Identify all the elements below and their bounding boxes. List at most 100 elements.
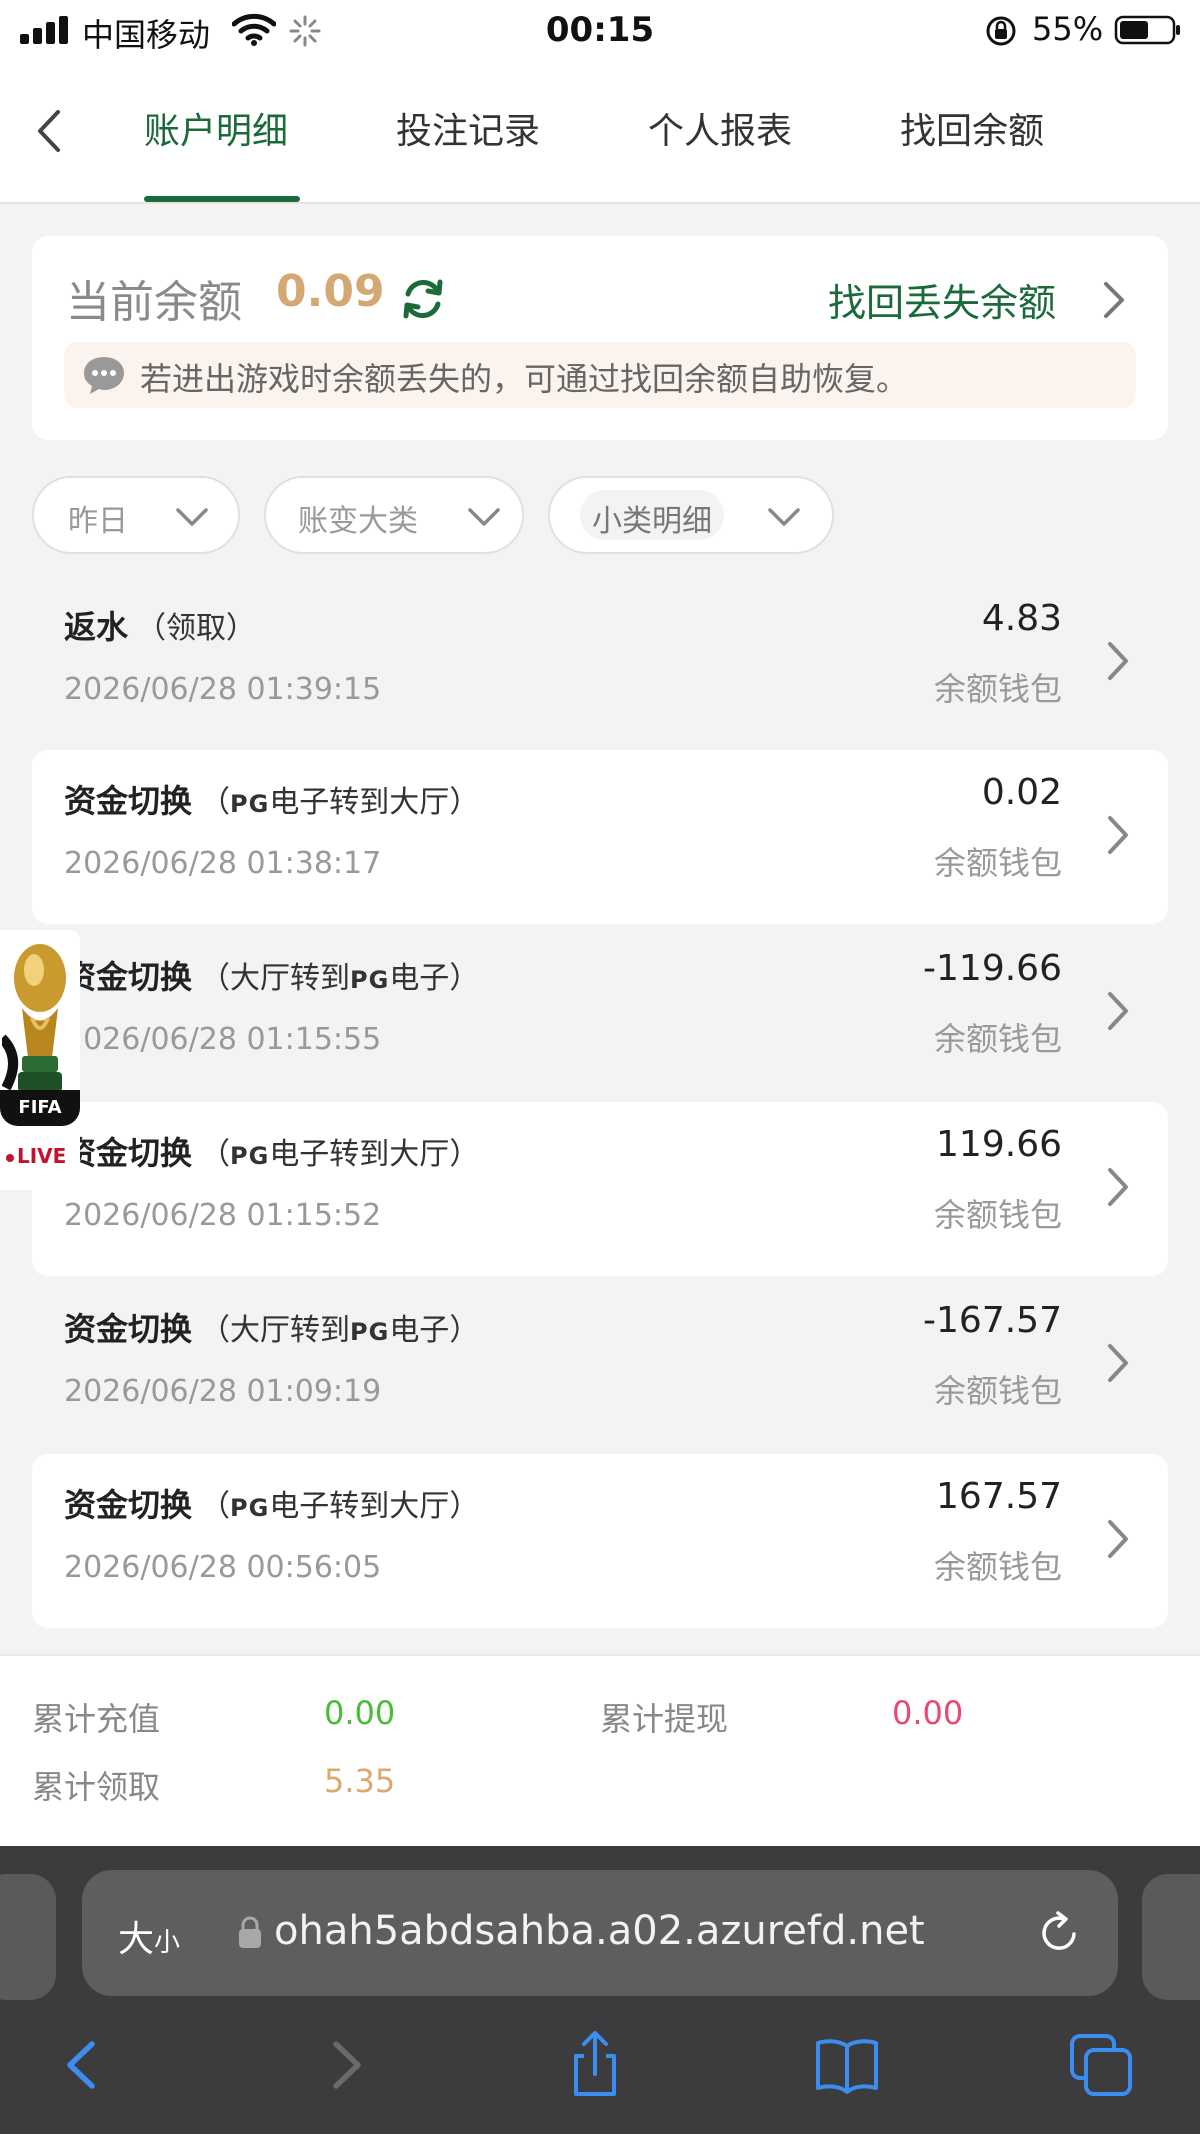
record-date: 2026/06/28 01:15:52	[64, 1198, 382, 1233]
record-title: 资金切换 （大厅转到PG电子）	[64, 952, 479, 998]
record-row[interactable]: 返水 （领取） 2026/06/28 01:39:15 4.83 余额钱包	[32, 576, 1168, 750]
total-withdraw-label: 累计提现	[600, 1700, 729, 1738]
record-title: 资金切换 （PG电子转到大厅）	[64, 1128, 479, 1174]
top-nav: 账户明细 投注记录 个人报表 找回余额	[0, 60, 1200, 204]
battery-icon	[1114, 15, 1180, 45]
reload-icon[interactable]	[1034, 1908, 1084, 1958]
back-icon[interactable]	[30, 106, 70, 156]
clock: 00:15	[545, 10, 655, 50]
record-wallet: 余额钱包	[933, 844, 1062, 882]
record-wallet: 余额钱包	[933, 1196, 1062, 1234]
browser-forward-icon[interactable]	[310, 2030, 380, 2100]
status-bar: 中国移动 00:15 55%	[0, 0, 1200, 60]
tab-personal-report[interactable]: 个人报表	[648, 102, 792, 154]
total-claim-label: 累计领取	[32, 1768, 161, 1806]
active-tab-indicator	[144, 196, 300, 202]
record-amount: 4.83	[981, 598, 1062, 639]
tabs-icon[interactable]	[1066, 2030, 1136, 2100]
record-type: 资金切换	[64, 1486, 193, 1524]
battery-percent: 55%	[1032, 10, 1104, 48]
record-wallet: 余额钱包	[933, 1020, 1062, 1058]
chevron-right-icon	[1108, 642, 1128, 680]
url-field[interactable]: 大小 ohah5abdsahba.a02.azurefd.net	[82, 1870, 1118, 1996]
chevron-right-icon	[1108, 1168, 1128, 1206]
record-type: 资金切换	[64, 782, 193, 820]
live-dot-icon	[6, 1153, 14, 1162]
category-filter-dropdown[interactable]: 账变大类	[264, 476, 524, 554]
fifa-label: FIFA	[0, 1090, 80, 1126]
chevron-right-icon	[1108, 816, 1128, 854]
record-row[interactable]: 资金切换 （PG电子转到大厅） 2026/06/28 00:56:05 167.5…	[32, 1454, 1168, 1628]
record-detail: （大厅转到PG电子）	[200, 1313, 480, 1348]
record-row[interactable]: 资金切换 （大厅转到PG电子） 2026/06/28 01:09:19 -167.…	[32, 1278, 1168, 1452]
text-size-button[interactable]: 大小	[118, 1910, 180, 1962]
date-filter-label: 昨日	[68, 504, 128, 539]
url-text: ohah5abdsahba.a02.azurefd.net	[274, 1908, 925, 1954]
record-row[interactable]: 资金切换 （PG电子转到大厅） 2026/06/28 01:15:52 119.6…	[32, 1102, 1168, 1276]
record-title: 资金切换 （大厅转到PG电子）	[64, 1304, 479, 1350]
tab-bet-records[interactable]: 投注记录	[396, 102, 540, 154]
chevron-down-icon	[468, 508, 500, 526]
chevron-right-icon	[1108, 1344, 1128, 1382]
record-date: 2026/06/28 01:09:19	[64, 1374, 382, 1409]
record-amount: 0.02	[981, 772, 1062, 813]
record-wallet: 余额钱包	[933, 1548, 1062, 1586]
rotation-lock-icon	[986, 16, 1016, 46]
date-filter-dropdown[interactable]: 昨日	[32, 476, 240, 554]
record-date: 2026/06/28 01:38:17	[64, 846, 382, 881]
chevron-right-icon[interactable]	[1098, 278, 1128, 322]
tab-account-details[interactable]: 账户明细	[144, 102, 288, 154]
total-claim-value: 5.35	[324, 1762, 396, 1800]
subcategory-filter-dropdown[interactable]: 小类明细	[548, 476, 834, 554]
balance-label: 当前余额	[66, 277, 242, 328]
fifa-live-floating-badge[interactable]: FIFA LIVE	[0, 930, 80, 1190]
subcategory-pill: 小类明细	[580, 490, 724, 540]
record-detail: （PG电子转到大厅）	[200, 1489, 480, 1524]
chevron-down-icon	[768, 508, 800, 526]
record-date: 2026/06/28 00:56:05	[64, 1550, 382, 1585]
record-detail: （PG电子转到大厅）	[200, 1137, 480, 1172]
notice-banner: 若进出游戏时余额丢失的，可通过找回余额自助恢复。	[64, 342, 1136, 408]
record-detail: （PG电子转到大厅）	[200, 785, 480, 820]
tab-recover-balance[interactable]: 找回余额	[900, 102, 1044, 154]
record-row[interactable]: 资金切换 （PG电子转到大厅） 2026/06/28 01:38:17 0.02 …	[32, 750, 1168, 924]
balance-value: 0.09	[276, 266, 385, 317]
next-tab-preview[interactable]	[1142, 1874, 1200, 2000]
browser-back-icon[interactable]	[48, 2030, 118, 2100]
chevron-right-icon	[1108, 1520, 1128, 1558]
total-withdraw-value: 0.00	[892, 1694, 964, 1732]
subcategory-filter-label: 小类明细	[592, 504, 712, 539]
bookmarks-icon[interactable]	[812, 2030, 882, 2100]
record-wallet: 余额钱包	[933, 670, 1062, 708]
record-detail: （领取）	[136, 611, 257, 646]
record-amount: -167.57	[923, 1300, 1062, 1341]
notice-text: 若进出游戏时余额丢失的，可通过找回余额自助恢复。	[140, 360, 909, 398]
recover-lost-balance-link[interactable]: 找回丢失余额	[828, 272, 1056, 327]
record-amount: 119.66	[936, 1124, 1062, 1165]
total-deposit-label: 累计充值	[32, 1700, 161, 1738]
previous-tab-preview[interactable]	[0, 1874, 56, 2000]
record-amount: 167.57	[936, 1476, 1062, 1517]
record-type: 资金切换	[64, 1310, 193, 1348]
record-title: 资金切换 （PG电子转到大厅）	[64, 776, 479, 822]
category-filter-label: 账变大类	[298, 504, 418, 539]
record-type: 返水	[64, 608, 129, 646]
record-type: 资金切换	[64, 1134, 193, 1172]
record-type: 资金切换	[64, 958, 193, 996]
refresh-icon[interactable]	[398, 274, 448, 324]
chat-icon	[84, 357, 124, 394]
share-icon[interactable]	[560, 2030, 630, 2100]
balance-card: 当前余额 0.09 找回丢失余额 若进出游戏时余额丢失的，可通过找回余额自助恢复…	[32, 236, 1168, 440]
record-title: 资金切换 （PG电子转到大厅）	[64, 1480, 479, 1526]
browser-address-bar: 大小 ohah5abdsahba.a02.azurefd.net	[0, 1846, 1200, 2002]
lock-icon	[239, 1916, 261, 1948]
live-label: LIVE	[6, 1144, 66, 1168]
chevron-right-icon	[1108, 992, 1128, 1030]
summary-panel: 累计充值 0.00 累计提现 0.00 累计领取 5.35	[0, 1654, 1200, 1846]
browser-toolbar	[0, 2002, 1200, 2134]
chevron-down-icon	[176, 508, 208, 526]
record-row[interactable]: 资金切换 （大厅转到PG电子） 2026/06/28 01:15:55 -119.…	[32, 926, 1168, 1100]
total-deposit-value: 0.00	[324, 1694, 396, 1732]
record-amount: -119.66	[923, 948, 1062, 989]
record-wallet: 余额钱包	[933, 1372, 1062, 1410]
